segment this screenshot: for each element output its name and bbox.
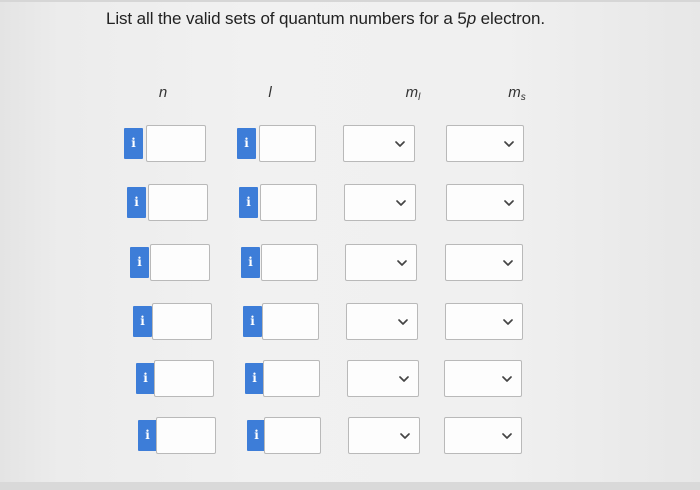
info-icon[interactable]: i [136, 363, 155, 394]
column-header-ml-label: m [405, 84, 419, 101]
info-icon[interactable]: i [245, 363, 264, 394]
ml-select[interactable] [346, 303, 418, 340]
quantum-set-row: ii [0, 244, 700, 284]
quantum-set-row: ii [0, 360, 700, 400]
top-border [0, 0, 700, 2]
l-input[interactable] [260, 184, 317, 221]
l-input[interactable] [264, 417, 321, 454]
ml-select[interactable] [345, 244, 417, 281]
chevron-down-icon [398, 429, 412, 443]
n-input[interactable] [156, 417, 216, 454]
info-icon[interactable]: i [243, 306, 262, 337]
chevron-down-icon [397, 372, 411, 386]
ml-select[interactable] [347, 360, 419, 397]
quantum-set-row: ii [0, 184, 700, 224]
question-suffix: electron. [476, 9, 545, 28]
chevron-down-icon [393, 137, 407, 151]
n-input[interactable] [154, 360, 214, 397]
quantum-set-row: ii [0, 303, 700, 343]
n-input[interactable] [150, 244, 210, 281]
quantum-set-row: ii [0, 125, 700, 165]
n-input[interactable] [152, 303, 212, 340]
column-header-ms-label: m [508, 84, 521, 101]
l-input[interactable] [262, 303, 319, 340]
n-input[interactable] [146, 125, 206, 162]
ms-select[interactable] [445, 244, 523, 281]
info-icon[interactable]: i [237, 128, 256, 159]
chevron-down-icon [502, 196, 516, 210]
info-icon[interactable]: i [130, 247, 149, 278]
quantum-set-row: ii [0, 417, 700, 457]
chevron-down-icon [394, 196, 408, 210]
question-orbital-letter: p [466, 9, 477, 28]
question-prompt: List all the valid sets of quantum numbe… [106, 9, 545, 29]
info-icon[interactable]: i [127, 187, 146, 218]
column-header-ms-subscript: s [520, 92, 526, 103]
l-input[interactable] [263, 360, 320, 397]
ms-select[interactable] [444, 360, 522, 397]
column-header-l-label: l [268, 84, 272, 101]
l-input[interactable] [259, 125, 316, 162]
chevron-down-icon [500, 429, 514, 443]
ms-select[interactable] [446, 125, 524, 162]
bottom-border [0, 482, 700, 490]
ml-select[interactable] [343, 125, 415, 162]
column-header-ml: ml [393, 84, 433, 103]
info-icon[interactable]: i [133, 306, 152, 337]
chevron-down-icon [396, 315, 410, 329]
chevron-down-icon [501, 315, 515, 329]
column-header-ms: ms [497, 84, 537, 103]
chevron-down-icon [500, 372, 514, 386]
chevron-down-icon [501, 256, 515, 270]
column-header-n: n [143, 84, 183, 101]
info-icon[interactable]: i [124, 128, 143, 159]
ml-select[interactable] [348, 417, 420, 454]
chevron-down-icon [395, 256, 409, 270]
column-header-ml-subscript: l [418, 92, 421, 103]
l-input[interactable] [261, 244, 318, 281]
chevron-down-icon [502, 137, 516, 151]
ms-select[interactable] [446, 184, 524, 221]
n-input[interactable] [148, 184, 208, 221]
ms-select[interactable] [444, 417, 522, 454]
info-icon[interactable]: i [241, 247, 260, 278]
column-header-n-label: n [158, 84, 168, 101]
question-prefix: List all the valid sets of quantum numbe… [106, 9, 467, 28]
column-header-l: l [250, 84, 290, 101]
info-icon[interactable]: i [239, 187, 258, 218]
info-icon[interactable]: i [138, 420, 157, 451]
ms-select[interactable] [445, 303, 523, 340]
ml-select[interactable] [344, 184, 416, 221]
